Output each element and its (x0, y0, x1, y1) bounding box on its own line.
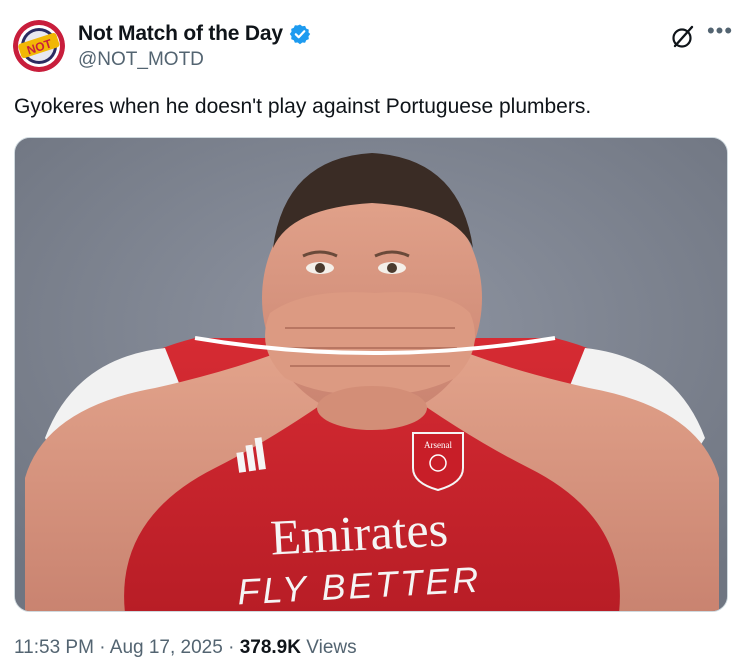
avatar-logo: NOT (13, 20, 65, 72)
author-handle[interactable]: @NOT_MOTD (78, 49, 204, 71)
verified-badge-icon (289, 23, 311, 45)
meta-separator: · (99, 637, 106, 658)
views-label: Views (306, 637, 357, 658)
views-count[interactable]: 378.9K (240, 637, 301, 658)
tweet-meta: 11:53 PM · Aug 17, 2025 · 378.9K Views (14, 637, 357, 659)
meta-separator: · (228, 637, 235, 658)
tweet-card: NOT Not Match of the Day @NOT_MOTD ••• G… (0, 0, 750, 663)
svg-text:Arsenal: Arsenal (424, 440, 452, 450)
tweet-text: Gyokeres when he doesn't play against Po… (14, 95, 592, 118)
author-name-row: Not Match of the Day (78, 22, 311, 46)
photo-illustration: Arsenal Emirates FLY BETTER (15, 138, 727, 611)
tweet-date[interactable]: Aug 17, 2025 (110, 637, 223, 658)
shirt-sponsor: Emirates (269, 500, 449, 565)
club-crest: Arsenal (412, 432, 464, 492)
avatar[interactable]: NOT (13, 20, 65, 72)
author-display-name[interactable]: Not Match of the Day (78, 22, 283, 46)
tweet-time[interactable]: 11:53 PM (14, 637, 94, 658)
more-icon[interactable]: ••• (703, 18, 737, 48)
tweet-media-image[interactable]: Arsenal Emirates FLY BETTER (14, 137, 728, 612)
grok-icon[interactable] (670, 24, 696, 50)
